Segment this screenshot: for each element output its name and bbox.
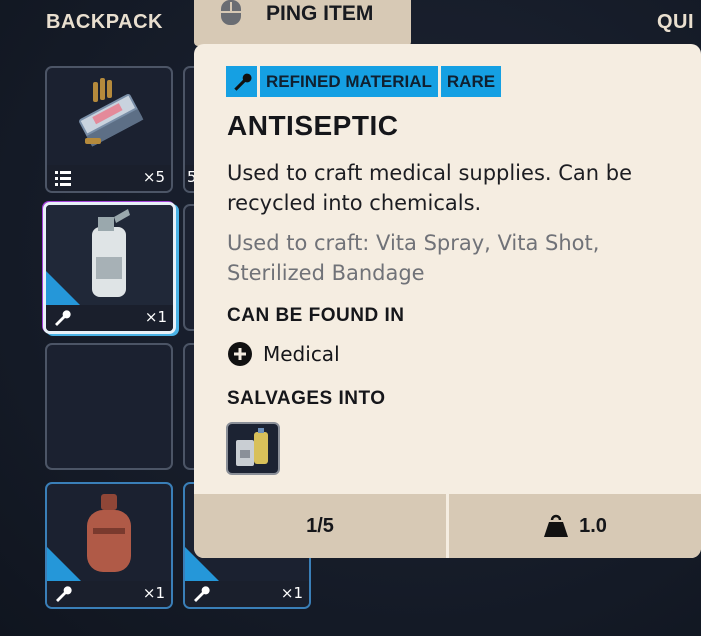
- item-name: ANTISEPTIC: [227, 110, 399, 141]
- rarity-tag: RARE: [440, 66, 502, 97]
- found-location: Medical: [227, 341, 340, 367]
- location-label: Medical: [263, 342, 340, 366]
- ping-item-label: PING ITEM: [266, 2, 374, 25]
- item-tooltip: REFINED MATERIAL RARE ANTISEPTIC Used to…: [194, 44, 701, 558]
- quick-use-title: QUI: [657, 11, 695, 33]
- wrench-icon: [226, 66, 257, 97]
- backpack-title: BACKPACK: [46, 11, 163, 33]
- wrench-icon: [56, 586, 72, 602]
- wrench-icon: [194, 586, 210, 602]
- ammo-box-image: [47, 68, 171, 165]
- slot-quantity: ×1: [280, 584, 303, 602]
- slot-quantity: ×5: [142, 168, 165, 186]
- mouse-icon: [221, 0, 241, 25]
- salvages-into-title: SALVAGES INTO: [227, 388, 386, 409]
- weight-icon: [544, 514, 569, 537]
- ping-item-button[interactable]: PING ITEM: [194, 0, 411, 46]
- category-tag: REFINED MATERIAL: [260, 66, 438, 97]
- slot-footer: ×5: [47, 165, 171, 191]
- plus-circle-icon: [228, 342, 252, 366]
- slot-footer: ×1: [185, 581, 309, 607]
- slot-footer: ×1: [47, 581, 171, 607]
- inventory-slot-ammo[interactable]: ×5: [45, 66, 173, 193]
- item-tags: REFINED MATERIAL RARE: [226, 66, 502, 97]
- chemicals-icon: [236, 428, 268, 466]
- list-icon: [55, 171, 71, 186]
- inventory-slot-empty[interactable]: [45, 343, 173, 470]
- salvage-item-slot[interactable]: [226, 422, 280, 475]
- inventory-slot-antiseptic[interactable]: ×1: [43, 202, 176, 334]
- found-in-title: CAN BE FOUND IN: [227, 305, 405, 326]
- rarity-marker: [46, 271, 80, 305]
- wrench-icon: [55, 310, 71, 326]
- inventory-slot-canister[interactable]: ×1: [45, 482, 173, 609]
- item-description: Used to craft medical supplies. Can be r…: [227, 161, 632, 215]
- craft-uses: Used to craft: Vita Spray, Vita Shot, St…: [227, 231, 600, 285]
- tooltip-footer: 1/5 1.0: [194, 494, 701, 558]
- stack-count: 1/5: [194, 494, 446, 558]
- weight-value: 1.0: [579, 514, 607, 537]
- slot-quantity: ×1: [142, 584, 165, 602]
- slot-footer: ×1: [46, 305, 173, 331]
- stack-count-value: 1/5: [306, 514, 334, 537]
- item-weight: 1.0: [446, 494, 701, 558]
- rarity-marker: [47, 547, 81, 581]
- slot-quantity: ×1: [144, 308, 167, 326]
